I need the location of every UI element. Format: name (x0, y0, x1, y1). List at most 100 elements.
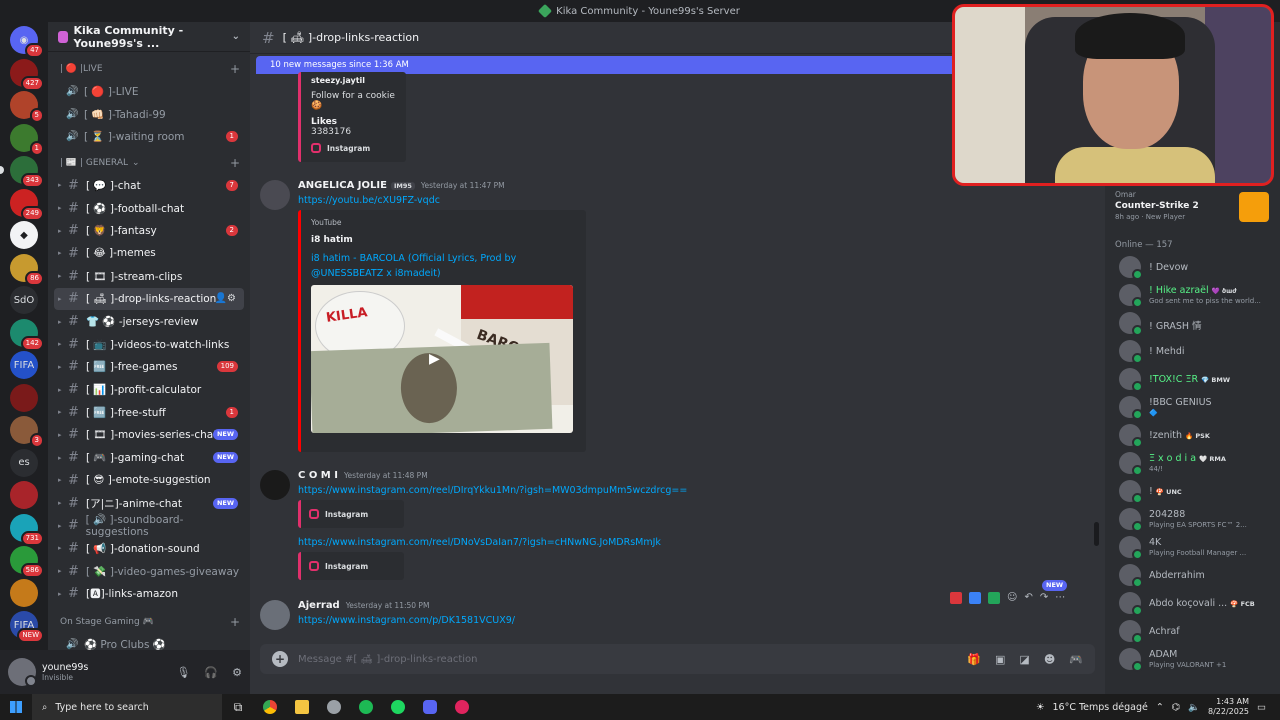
member-item[interactable]: 204288 Playing EA SPORTS FC™ 2... (1119, 506, 1277, 532)
app-icon[interactable] (446, 694, 478, 720)
server-icon[interactable]: 3 (10, 416, 44, 448)
add-channel-icon[interactable]: + (230, 62, 240, 76)
channel-item[interactable]: ▸ # [ 🦁 ]-fantasy 2 (54, 219, 244, 242)
task-view-icon[interactable]: ⧉ (222, 694, 254, 720)
avatar[interactable] (260, 600, 290, 630)
chevron-right-icon[interactable]: ▸ (58, 340, 66, 348)
embed-author[interactable]: i8 hatim (311, 235, 576, 245)
tray-arrow-icon[interactable]: ⌃ (1156, 702, 1164, 713)
channel-item[interactable]: ▸ # [ 🛋 ]-drop-links-reaction 👤⚙ (54, 287, 244, 311)
chevron-right-icon[interactable]: ▸ (58, 522, 66, 530)
channel-item[interactable]: ▸ # 👕 ⚽ -jerseys-review (54, 310, 244, 333)
reaction-check-icon[interactable] (969, 592, 981, 604)
server-icon[interactable]: 427 (10, 58, 44, 91)
message-link[interactable]: https://www.instagram.com/reel/DIrqYkku1… (298, 485, 687, 496)
channel-item[interactable]: ▸ # [ 🆓 ]-free-stuff 1 (54, 401, 244, 424)
server-icon[interactable]: SdO (10, 286, 38, 314)
spotify-icon[interactable] (382, 694, 414, 720)
channel-item[interactable]: ▸ # [ 🎞 ]-movies-series-chat NEW (54, 424, 244, 447)
gif-icon[interactable]: ▣ (995, 653, 1005, 666)
chevron-right-icon[interactable]: ▸ (58, 567, 66, 575)
add-channel-icon[interactable]: + (230, 156, 240, 170)
member-item[interactable]: Ξ x o d i a 🤍 RMA 44/! (1119, 450, 1277, 476)
channel-item[interactable]: ▸ # [ 😎 ]-emote-suggestion (54, 469, 244, 492)
chevron-right-icon[interactable]: ▸ (58, 499, 66, 507)
channel-item[interactable]: 🔊 [ ⏳ ]-waiting room 1 (54, 125, 244, 148)
clock[interactable]: 1:43 AM 8/22/2025 (1208, 697, 1249, 717)
channel-item[interactable]: ▸ # [ ⚽ ]-football-chat (54, 197, 244, 220)
chevron-right-icon[interactable]: ▸ (58, 590, 66, 598)
reaction-no-entry-icon[interactable] (950, 592, 962, 604)
channel-item[interactable]: ▸ # [ 💸 ]-video-games-giveaway (54, 560, 244, 583)
message-link[interactable]: https://www.instagram.com/p/DK1581VCUX9/ (298, 615, 515, 626)
server-icon[interactable]: es (10, 448, 38, 477)
server-icon[interactable] (10, 578, 38, 607)
server-icon[interactable] (10, 481, 38, 509)
volume-icon[interactable]: 🔈 (1188, 702, 1200, 713)
member-item[interactable]: ADAM Playing VALORANT +1 (1119, 646, 1277, 672)
taskbar-search[interactable]: ⌕ (32, 694, 222, 720)
avatar[interactable] (260, 180, 290, 210)
member-item[interactable]: ! GRASH 情 (1119, 310, 1277, 336)
video-thumbnail[interactable]: KILLA BARCOLA ▶ (311, 285, 573, 433)
channel-item[interactable]: ▸ # [🅰]-links-amazon (54, 582, 244, 605)
chevron-right-icon[interactable]: ▸ (58, 181, 66, 189)
server-icon[interactable]: 1 (10, 123, 44, 156)
gear-icon[interactable]: ⚙ (232, 666, 242, 679)
channel-item[interactable]: ▸ # [ 🆓 ]-free-games 109 (54, 356, 244, 379)
server-icon[interactable]: 249 (10, 188, 44, 221)
channel-item[interactable]: ▸ # [ 😂 ]-memes (54, 242, 244, 265)
apps-icon[interactable]: 🎮 (1069, 653, 1083, 666)
channel-item[interactable]: ▸ # [ 🔊 ]-soundboard-suggestions (54, 514, 244, 538)
server-icon[interactable]: ◆ (10, 221, 38, 249)
server-icon[interactable]: 586 (10, 546, 44, 578)
emoji-icon[interactable]: ☻ (1044, 653, 1055, 666)
more-icon[interactable]: ⋯ (1055, 592, 1065, 604)
server-icon[interactable]: 731 (10, 513, 44, 546)
embed-title[interactable]: i8 hatim - BARCOLA (Official Lyrics, Pro… (311, 251, 576, 266)
author-name[interactable]: Ajerrad (298, 600, 340, 611)
play-icon[interactable]: ▶ (429, 351, 440, 367)
chevron-right-icon[interactable]: ▸ (58, 227, 66, 235)
add-channel-icon[interactable]: + (230, 615, 240, 629)
chevron-right-icon[interactable]: ▸ (58, 386, 66, 394)
channel-item[interactable]: 🔊 [ 🔴 ]-LIVE (54, 80, 244, 103)
message-link[interactable]: https://www.instagram.com/reel/DNoVsDaIa… (298, 537, 661, 548)
member-item[interactable]: Abderrahim (1119, 562, 1277, 588)
avatar[interactable] (260, 470, 290, 500)
author-name[interactable]: ANGELICA JOLIE (298, 180, 387, 191)
channel-item[interactable]: ▸ # [ア|ニ]-anime-chat NEW (54, 492, 244, 515)
forward-icon[interactable]: ↷ (1040, 592, 1048, 604)
server-icon[interactable]: FIFA NEW (10, 611, 44, 643)
chevron-right-icon[interactable]: ▸ (58, 431, 66, 439)
chevron-right-icon[interactable]: ▸ (58, 249, 66, 257)
search-input[interactable] (55, 701, 206, 713)
microphone-icon[interactable]: 🎙 (176, 666, 190, 679)
scrollbar-thumb[interactable] (1094, 522, 1099, 546)
chevron-right-icon[interactable]: ▸ (58, 272, 66, 280)
channel-item[interactable]: 🔊 [ 👊🏻 ]-Tahadi-99 (54, 103, 244, 126)
gift-icon[interactable]: 🎁 (967, 653, 981, 666)
weather-text[interactable]: 16°C Temps dégagé (1052, 702, 1147, 713)
category-onstage[interactable]: On Stage Gaming 🎮 + (48, 611, 250, 633)
sticker-icon[interactable]: ◪ (1019, 653, 1029, 666)
chevron-right-icon[interactable]: ▸ (58, 363, 66, 371)
chevron-right-icon[interactable]: ▸ (58, 454, 66, 462)
chrome-icon[interactable] (254, 694, 286, 720)
network-icon[interactable]: ⌬ (1172, 702, 1180, 713)
member-item[interactable]: ! 🍄 UNC (1119, 478, 1277, 504)
category-general[interactable]: | 📰 | GENERAL ⌄ + (48, 152, 250, 174)
channel-item[interactable]: 🔊 ⚽ Pro Clubs ⚽ (54, 633, 244, 650)
headphones-icon[interactable]: 🎧 (204, 666, 218, 679)
server-icon[interactable]: 343 (0, 156, 44, 188)
channel-item[interactable]: ▸ # [ 🎞 ]-stream-clips (54, 265, 244, 288)
category-live[interactable]: | 🔴 |LIVE + (48, 58, 250, 80)
add-reaction-icon[interactable]: ☺ (1007, 592, 1017, 604)
channel-item[interactable]: ▸ # [ 📊 ]-profit-calculator (54, 378, 244, 401)
activity-card[interactable]: Omar Counter-Strike 2 8h ago · New Playe… (1115, 190, 1273, 240)
chevron-right-icon[interactable]: ▸ (58, 476, 66, 484)
chevron-right-icon[interactable]: ▸ (58, 408, 66, 416)
server-icon[interactable]: 5 (10, 91, 44, 123)
member-item[interactable]: ! Mehdi (1119, 338, 1277, 364)
chevron-right-icon[interactable]: ▸ (58, 544, 66, 552)
